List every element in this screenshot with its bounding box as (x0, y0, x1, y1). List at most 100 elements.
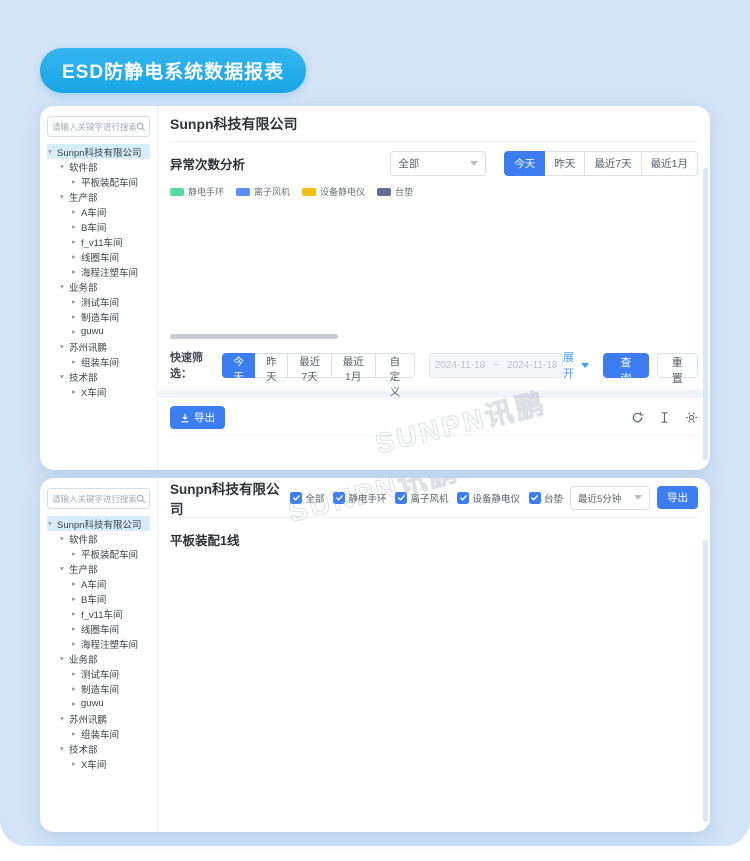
tree-node-leaf[interactable]: ▸组装车间 (47, 726, 150, 741)
tree-node-label: 平板装配车间 (81, 175, 138, 189)
line-chart (170, 735, 423, 832)
tree-node-leaf[interactable]: ▸制造车间 (47, 309, 150, 324)
caret-right-icon: ▸ (72, 387, 81, 396)
caret-down-icon: ▾ (60, 534, 69, 543)
tree-node-group[interactable]: ▾技术部 (47, 741, 150, 756)
tree-node-leaf[interactable]: ▸测试车间 (47, 294, 150, 309)
checkbox-checked-icon (529, 492, 541, 504)
download-icon (180, 413, 190, 423)
quick-filter-tab[interactable]: 自定义 (375, 353, 416, 378)
quick-filter-tab[interactable]: 今天 (222, 353, 256, 378)
panel-vertical-scrollbar[interactable] (703, 168, 708, 460)
tree-node-leaf[interactable]: ▸海程注塑车间 (47, 636, 150, 651)
tree-node-leaf[interactable]: ▸X车间 (47, 756, 150, 771)
caret-right-icon: ▸ (72, 729, 81, 738)
chart-legend[interactable] (172, 563, 423, 575)
tree-node-leaf[interactable]: ▸f_v11车间 (47, 606, 150, 621)
range-tab[interactable]: 昨天 (544, 151, 585, 176)
tree-node-label: 制造车间 (81, 310, 119, 324)
date-range-input[interactable]: 2024-11-18 ~ 2024-11-18 (429, 353, 563, 378)
chevron-down-icon (470, 161, 478, 166)
chart-legend[interactable] (447, 563, 698, 575)
caret-down-icon: ▾ (60, 372, 69, 381)
reset-button[interactable]: 重置 (657, 353, 698, 378)
tree-node-leaf[interactable]: ▸guwu (47, 324, 150, 339)
tree-node-group[interactable]: ▾生产部 (47, 189, 150, 204)
checkbox-checked-icon (290, 492, 302, 504)
tree-node-group[interactable]: ▾软件部 (47, 531, 150, 546)
tree-node-leaf[interactable]: ▸组装车间 (47, 354, 150, 369)
tree-node-leaf[interactable]: ▸测试车间 (47, 666, 150, 681)
legend-item[interactable]: 设备静电仪 (302, 185, 365, 198)
quick-filter-tab[interactable]: 最近7天 (287, 353, 332, 378)
tree-node-label: 苏州讯鹏 (69, 340, 107, 354)
checkbox-checked-icon (457, 492, 469, 504)
tree-node-leaf[interactable]: ▸B车间 (47, 219, 150, 234)
panel-vertical-scrollbar[interactable] (703, 540, 708, 822)
tree-node-group[interactable]: ▾业务部 (47, 651, 150, 666)
range-tab[interactable]: 最近7天 (584, 151, 641, 176)
caret-right-icon: ▸ (72, 312, 81, 321)
tree-node-label: 组装车间 (81, 355, 119, 369)
tree-node-leaf[interactable]: ▸A车间 (47, 204, 150, 219)
filter-checkbox[interactable]: 静电手环 (333, 491, 386, 505)
interval-select[interactable]: 最近5分钟 (570, 486, 650, 510)
panel2-main: Sunpn科技有限公司 全部静电手环离子风机设备静电仪台垫 最近5分钟 导出 平… (158, 478, 710, 832)
filter-checkbox[interactable]: 台垫 (529, 491, 563, 505)
org-tree: ▾Sunpn科技有限公司▾软件部▸平板装配车间▾生产部▸A车间▸B车间▸f_v1… (47, 144, 150, 399)
query-button[interactable]: 查询 (603, 353, 648, 378)
tree-node-root[interactable]: ▾Sunpn科技有限公司 (47, 144, 150, 159)
filter-checkbox[interactable]: 设备静电仪 (457, 491, 520, 505)
chart-legend[interactable] (447, 723, 698, 735)
tree-node-group[interactable]: ▾业务部 (47, 279, 150, 294)
sidebar-search-input[interactable] (52, 494, 136, 504)
tree-node-group[interactable]: ▾软件部 (47, 159, 150, 174)
tree-node-group[interactable]: ▾技术部 (47, 369, 150, 384)
sidebar-search-input[interactable] (52, 122, 136, 132)
tree-node-leaf[interactable]: ▸f_v11车间 (47, 234, 150, 249)
legend-item[interactable]: 离子风机 (236, 185, 290, 198)
density-icon[interactable] (658, 411, 671, 424)
charts-grid (170, 559, 698, 832)
tree-node-leaf[interactable]: ▸B车间 (47, 591, 150, 606)
tree-node-label: 业务部 (69, 280, 98, 294)
tree-node-leaf[interactable]: ▸线圈车间 (47, 621, 150, 636)
tree-node-leaf[interactable]: ▸平板装配车间 (47, 546, 150, 561)
expand-link[interactable]: 展开 (563, 349, 589, 381)
tree-node-group[interactable]: ▾生产部 (47, 561, 150, 576)
device-type-select[interactable]: 全部 (390, 151, 486, 176)
filter-checkbox[interactable]: 全部 (290, 491, 324, 505)
tree-node-leaf[interactable]: ▸A车间 (47, 576, 150, 591)
tree-node-leaf[interactable]: ▸线圈车间 (47, 249, 150, 264)
date-end-value: 2024-11-18 (507, 360, 557, 371)
range-tab[interactable]: 今天 (504, 151, 545, 176)
tree-node-label: 测试车间 (81, 295, 119, 309)
filter-label: 离子风机 (410, 491, 448, 505)
tree-node-leaf[interactable]: ▸海程注塑车间 (47, 264, 150, 279)
legend-item[interactable]: 台垫 (377, 185, 413, 198)
tree-node-group[interactable]: ▾苏州讯鹏 (47, 711, 150, 726)
tree-node-label: A车间 (81, 205, 106, 219)
filter-checkbox[interactable]: 离子风机 (395, 491, 448, 505)
chart-horizontal-scrollbar[interactable] (170, 334, 338, 339)
range-tab[interactable]: 最近1月 (641, 151, 698, 176)
legend-item[interactable]: 静电手环 (170, 185, 224, 198)
export-button[interactable]: 导出 (657, 486, 698, 509)
quick-filter-tab[interactable]: 最近1月 (331, 353, 376, 378)
gear-icon[interactable] (685, 411, 698, 424)
sidebar: ▾Sunpn科技有限公司▾软件部▸平板装配车间▾生产部▸A车间▸B车间▸f_v1… (40, 106, 158, 470)
panel1-main: Sunpn科技有限公司 异常次数分析 全部 今天昨天最近7天最近1月 静电手环离… (158, 106, 710, 470)
tree-node-leaf[interactable]: ▸X车间 (47, 384, 150, 399)
tree-node-root[interactable]: ▾Sunpn科技有限公司 (47, 516, 150, 531)
export-button[interactable]: 导出 (170, 406, 225, 429)
tree-node-group[interactable]: ▾苏州讯鹏 (47, 339, 150, 354)
tree-node-leaf[interactable]: ▸平板装配车间 (47, 174, 150, 189)
tree-node-leaf[interactable]: ▸guwu (47, 696, 150, 711)
chart-legend[interactable] (172, 723, 423, 735)
checkbox-checked-icon (395, 492, 407, 504)
tree-node-leaf[interactable]: ▸制造车间 (47, 681, 150, 696)
chart-block (170, 719, 423, 832)
legend-label: 台垫 (395, 185, 413, 198)
quick-filter-tab[interactable]: 昨天 (254, 353, 288, 378)
refresh-icon[interactable] (631, 411, 644, 424)
